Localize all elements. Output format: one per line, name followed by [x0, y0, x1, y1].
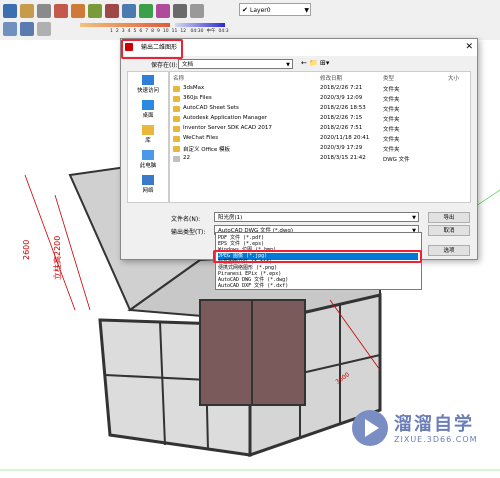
chevron-down-icon: ▼: [412, 215, 416, 221]
filename-label: 文件名(N):: [171, 216, 201, 223]
nav-toolbar-icons[interactable]: ← 📁 ⊞▾: [301, 59, 329, 67]
options-button[interactable]: 选项: [428, 245, 470, 256]
filetype-label: 输出类型(T):: [171, 229, 206, 236]
export-2d-dialog: 输出二维图形 ✕ 保存在(I): 文档 ▼ ← 📁 ⊞▾ 快速访问 桌面 库 此…: [120, 38, 478, 260]
library-icon: [142, 125, 154, 135]
line-tool-icon[interactable]: [54, 4, 68, 18]
dialog-titlebar: 输出二维图形 ✕: [121, 39, 477, 56]
folder-icon: [173, 86, 180, 92]
layers-icon[interactable]: [190, 4, 204, 18]
toolbar-row-top: [0, 2, 204, 20]
play-logo-icon: [352, 410, 388, 446]
file-row[interactable]: 22 2018/3/15 21:42 DWG 文件: [170, 154, 470, 164]
dimension-height: 2600: [22, 239, 31, 260]
folder-icon: [173, 116, 180, 122]
places-bar: 快速访问 桌面 库 此电脑 网络: [127, 71, 169, 203]
filetype-option[interactable]: AutoCAD DXF 文件 (*.dxf): [218, 283, 418, 290]
place-desktop[interactable]: 桌面: [128, 100, 168, 119]
filename-input[interactable]: 阳光房(1) ▼: [214, 212, 419, 222]
layer-select[interactable]: ✔ Layer0 ▼: [239, 3, 311, 16]
paint-tool-icon[interactable]: [20, 4, 34, 18]
fog-icon[interactable]: [20, 22, 34, 36]
desktop-icon: [142, 100, 154, 110]
file-row[interactable]: 自定义 Office 模板 2020/3/9 17:29 文件夹: [170, 144, 470, 154]
column-date[interactable]: 修改日期: [320, 74, 342, 82]
month-slider[interactable]: [80, 23, 170, 27]
chevron-down-icon: ▼: [304, 7, 309, 14]
watermark-title: 溜溜自学: [394, 414, 474, 435]
file-row[interactable]: Inventor Server SDK ACAD 2017 2018/2/26 7…: [170, 124, 470, 134]
folder-icon: [173, 96, 180, 102]
folder-icon: [173, 126, 180, 132]
column-name[interactable]: 名称: [173, 74, 184, 82]
save-in-label: 保存在(I):: [151, 62, 178, 69]
watermark-subtitle: ZIXUE.3D66.COM: [394, 435, 478, 444]
folder-icon: [173, 146, 180, 152]
dimension-column: 立柱高2200: [53, 235, 62, 280]
dialog-title: 输出二维图形: [141, 44, 178, 51]
place-library[interactable]: 库: [128, 125, 168, 144]
file-row[interactable]: 360js Files 2020/3/9 12:09 文件夹: [170, 94, 470, 104]
toolbar-row-bottom: [0, 20, 51, 38]
rectangle-tool-icon[interactable]: [71, 4, 85, 18]
place-this-pc[interactable]: 此电脑: [128, 150, 168, 169]
file-list-header: 名称 修改日期 类型 大小: [170, 72, 470, 82]
circle-tool-icon[interactable]: [88, 4, 102, 18]
shadow-icon[interactable]: [3, 22, 17, 36]
push-pull-icon[interactable]: [105, 4, 119, 18]
cancel-button[interactable]: 取消: [428, 225, 470, 236]
file-row[interactable]: WeChat Files 2020/11/18 20:41 文件夹: [170, 134, 470, 144]
network-icon: [142, 175, 154, 185]
close-icon[interactable]: ✕: [465, 39, 473, 56]
place-quick-access[interactable]: 快速访问: [128, 75, 168, 94]
eraser-tool-icon[interactable]: [37, 4, 51, 18]
section-icon[interactable]: [37, 22, 51, 36]
select-tool-icon[interactable]: [3, 4, 17, 18]
offset-tool-icon[interactable]: [173, 4, 187, 18]
filetype-dropdown-list: PDF 文件 (*.pdf) EPS 文件 (*.eps) Windows 位图…: [215, 232, 422, 290]
move-tool-icon[interactable]: [122, 4, 136, 18]
save-in-select[interactable]: 文档 ▼: [178, 59, 293, 69]
month-labels: 1 2 3 4 5 6 7 8 9 10 11 12 04:30 中午 04:3: [110, 29, 229, 34]
file-row[interactable]: 3dsMax 2018/2/26 7:21 文件夹: [170, 84, 470, 94]
main-toolbar: ✔ Layer0 ▼ 1 2 3 4 5 6 7 8 9 10 11 12 04:30 中午 04:3: [0, 0, 500, 40]
dwg-file-icon: [173, 156, 180, 162]
file-row[interactable]: AutoCAD Sheet Sets 2018/2/26 18:53 文件夹: [170, 104, 470, 114]
column-type[interactable]: 类型: [383, 74, 394, 82]
file-row[interactable]: Autodesk Application Manager 2018/2/26 7:…: [170, 114, 470, 124]
layer-value: Layer0: [250, 7, 271, 14]
file-list: 名称 修改日期 类型 大小 3dsMax 2018/2/26 7:21 文件夹 36…: [169, 71, 471, 203]
folder-icon: [173, 106, 180, 112]
scale-tool-icon[interactable]: [156, 4, 170, 18]
column-size[interactable]: 大小: [448, 74, 459, 82]
chevron-down-icon: ▼: [286, 62, 290, 68]
export-button[interactable]: 导出: [428, 212, 470, 223]
checkmark-icon: ✔: [242, 6, 248, 14]
rotate-tool-icon[interactable]: [139, 4, 153, 18]
time-slider[interactable]: [175, 23, 225, 27]
folder-icon: [173, 136, 180, 142]
star-icon: [142, 75, 154, 85]
watermark: 溜溜自学 ZIXUE.3D66.COM: [352, 410, 492, 450]
place-network[interactable]: 网络: [128, 175, 168, 194]
computer-icon: [142, 150, 154, 160]
